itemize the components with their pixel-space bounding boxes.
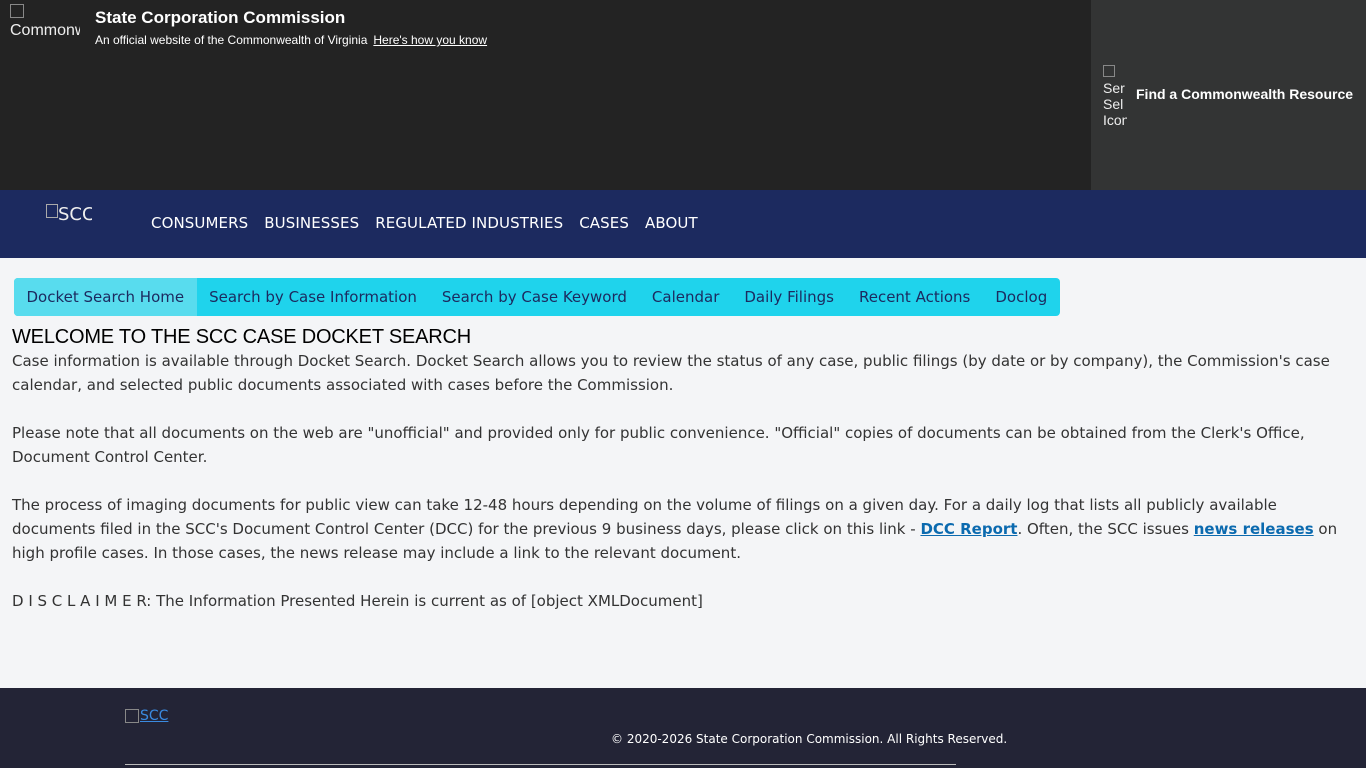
nav-consumers[interactable]: CONSUMERS: [143, 214, 256, 232]
nav-about[interactable]: ABOUT: [637, 214, 706, 232]
commonwealth-seal-image: Commonw: [10, 4, 80, 38]
imaging-paragraph: The process of imaging documents for pub…: [12, 496, 1338, 562]
footer-divider: [125, 764, 956, 765]
intro-paragraph: Case information is available through Do…: [12, 352, 1330, 394]
footer-scc-logo-link[interactable]: SCC: [125, 708, 168, 724]
page-title: WELCOME TO THE SCC CASE DOCKET SEARCH: [12, 326, 471, 348]
unofficial-notice-paragraph: Please note that all documents on the we…: [12, 424, 1305, 466]
tab-daily-filings[interactable]: Daily Filings: [732, 278, 847, 316]
copyright-text: © 2020-2026 State Corporation Commission…: [611, 732, 1008, 746]
disclaimer-text: D I S C L A I M E R: The Information Pre…: [12, 592, 703, 610]
tab-docket-search-home[interactable]: Docket Search Home: [14, 278, 197, 316]
nav-businesses[interactable]: BUSINESSES: [256, 214, 367, 232]
broken-image-icon: [125, 709, 139, 723]
docket-search-tabs: Docket Search Home Search by Case Inform…: [14, 278, 1060, 316]
official-banner: Commonw State Corporation Commission An …: [0, 0, 1366, 190]
nav-cases[interactable]: CASES: [571, 214, 637, 232]
nav-regulated-industries[interactable]: REGULATED INDUSTRIES: [367, 214, 571, 232]
tab-search-by-case-keyword[interactable]: Search by Case Keyword: [429, 278, 639, 316]
tab-doclog[interactable]: Doclog: [983, 278, 1060, 316]
broken-image-icon: [10, 4, 24, 18]
scc-logo[interactable]: SCC: [46, 204, 92, 228]
main-nav-list: CONSUMERS BUSINESSES REGULATED INDUSTRIE…: [143, 214, 706, 232]
main-navigation: SCC CONSUMERS BUSINESSES REGULATED INDUS…: [0, 190, 1366, 258]
dcc-report-link[interactable]: DCC Report: [920, 520, 1017, 538]
broken-image-icon: [1103, 65, 1115, 77]
agency-name: State Corporation Commission: [95, 8, 346, 27]
heres-how-you-know-link[interactable]: Here's how you know: [373, 33, 487, 47]
tab-calendar[interactable]: Calendar: [639, 278, 731, 316]
official-website-text: An official website of the Commonwealth …: [95, 33, 368, 47]
find-commonwealth-resource-button[interactable]: Ser Sel Icon Find a Commonwealth Resourc…: [1091, 0, 1366, 190]
search-select-icon: Ser Sel Icon: [1103, 64, 1127, 126]
find-commonwealth-resource-label: Find a Commonwealth Resource: [1136, 86, 1354, 102]
tab-recent-actions[interactable]: Recent Actions: [846, 278, 982, 316]
broken-image-icon: [46, 204, 58, 218]
official-website-notice: An official website of the Commonwealth …: [95, 33, 487, 47]
tab-search-by-case-information[interactable]: Search by Case Information: [197, 278, 430, 316]
news-releases-link[interactable]: news releases: [1194, 520, 1314, 538]
main-content: WELCOME TO THE SCC CASE DOCKET SEARCH Ca…: [12, 326, 1342, 613]
page-footer: SCC © 2020-2026 State Corporation Commis…: [0, 688, 1366, 768]
